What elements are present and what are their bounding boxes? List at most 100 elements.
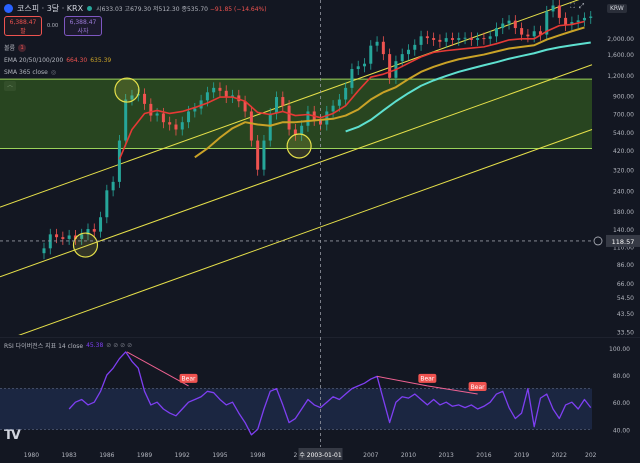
price-axis-tick-label: 540.00 [613,130,634,137]
time-axis-tick-label: 1983 [61,452,76,459]
candle-body [124,99,128,141]
candle-body [551,5,555,12]
candle-body [337,99,341,106]
candle-body [356,66,360,70]
candle-body [406,49,410,55]
candle-body [576,20,580,23]
price-axis-tick-label: 54.50 [617,295,634,302]
rsi-axis-tick-label: 100.00 [609,346,630,353]
rsi-chart[interactable]: 100.00 80.00 60.00 40.00 Bear Bear Bear [0,337,640,447]
candle-body [369,45,373,64]
candle-body [557,5,561,18]
candle-body [419,36,423,45]
time-axis: 1980 1983 1986 1989 1992 1995 1998 2 수 2003-01-0… [24,448,597,460]
bear-label: Bear [471,384,485,391]
candle-body [268,113,272,141]
time-axis-tick-label: 1986 [99,452,114,459]
candle-body [482,38,486,40]
time-axis-tick-label: 2022 [552,452,567,459]
candle-body [494,28,498,37]
candle-body [400,54,404,62]
candle-body [501,23,505,29]
candle-body [381,41,385,55]
candle-body [425,36,429,39]
candle-body [413,44,417,50]
candle-body [300,125,304,135]
add-alert-icon [593,236,603,246]
candle-body [224,90,228,98]
candle-body [155,113,159,116]
rsi-axis-tick-label: 80.00 [613,373,630,380]
price-chart[interactable]: 2,000.00 1,600.00 1,200.00 900.00 700.00 540.… [0,0,640,335]
candle-body [457,38,461,40]
candle-body [61,237,65,239]
candle-body [212,87,216,93]
price-axis-tick-label: 240.00 [613,188,634,195]
candle-body [564,17,568,26]
candle-body [187,111,191,123]
candle-body [256,140,260,170]
price-axis-tick-label: 140.00 [613,227,634,234]
candle-body [513,20,517,29]
candle-body [143,93,147,104]
candle-body [249,111,253,141]
candle-body [149,103,153,116]
candle-body [218,87,222,91]
time-axis-tick-label: 1980 [24,452,39,459]
price-axis-tick-label: 33.50 [617,330,634,335]
price-axis-tick-label: 320.00 [613,168,634,175]
candle-body [582,17,586,21]
candle-body [432,38,436,40]
time-axis-tick-label: 2013 [439,452,454,459]
highlight-circle-2 [286,133,312,159]
candle-body [532,31,536,37]
price-axis-tick-label: 1,600.00 [607,52,634,59]
candle-body [275,97,279,114]
candle-body [331,105,335,112]
candle-body [193,108,197,112]
candle-body [450,38,454,40]
highlight-circle-1 [114,77,140,103]
candle-body [262,140,266,170]
candle-body [469,37,473,40]
candle-body [55,234,59,238]
candle-body [161,113,165,123]
highlight-circle-0 [72,232,99,258]
crosshair-date-label: 수 2003-01-01 [299,452,341,459]
candle-body [476,38,480,40]
candle-body [281,97,285,106]
crosshair-price-label: 118.57 [612,238,635,246]
candle-body [350,69,354,88]
time-axis-tick-label: 2010 [401,452,416,459]
candle-body [363,63,367,67]
candle-body [589,16,593,18]
candle-body [42,248,46,254]
candle-body [325,111,329,125]
candle-body [463,37,467,39]
candle-body [111,181,115,191]
price-axis-tick-label: 43.50 [617,311,634,318]
candle-body [375,41,379,46]
candle-body [520,28,524,35]
price-axis-tick-label: 86.00 [617,262,634,269]
candle-body [92,229,96,232]
candle-body [287,105,291,130]
bear-label: Bear [420,376,434,383]
candle-body [174,124,178,130]
candle-body [306,111,310,126]
time-axis-tick-label: 2007 [363,452,378,459]
time-axis-tick-label: 1992 [175,452,190,459]
candle-body [67,235,71,239]
candle-body [388,54,392,78]
price-axis-tick-label: 1,200.00 [607,73,634,80]
candle-body [344,87,348,100]
bear-label: Bear [182,376,196,383]
time-axis-tick-label: 202 [585,452,597,459]
price-axis-tick-label: 66.00 [617,281,634,288]
time-axis-tick-label: 2 [293,452,297,459]
time-axis-tick-label: 2016 [476,452,491,459]
price-axis-tick-label: 180.00 [613,209,634,216]
price-axis-tick-label: 900.00 [613,93,634,100]
candle-body [168,122,172,125]
candle-body [105,190,109,218]
